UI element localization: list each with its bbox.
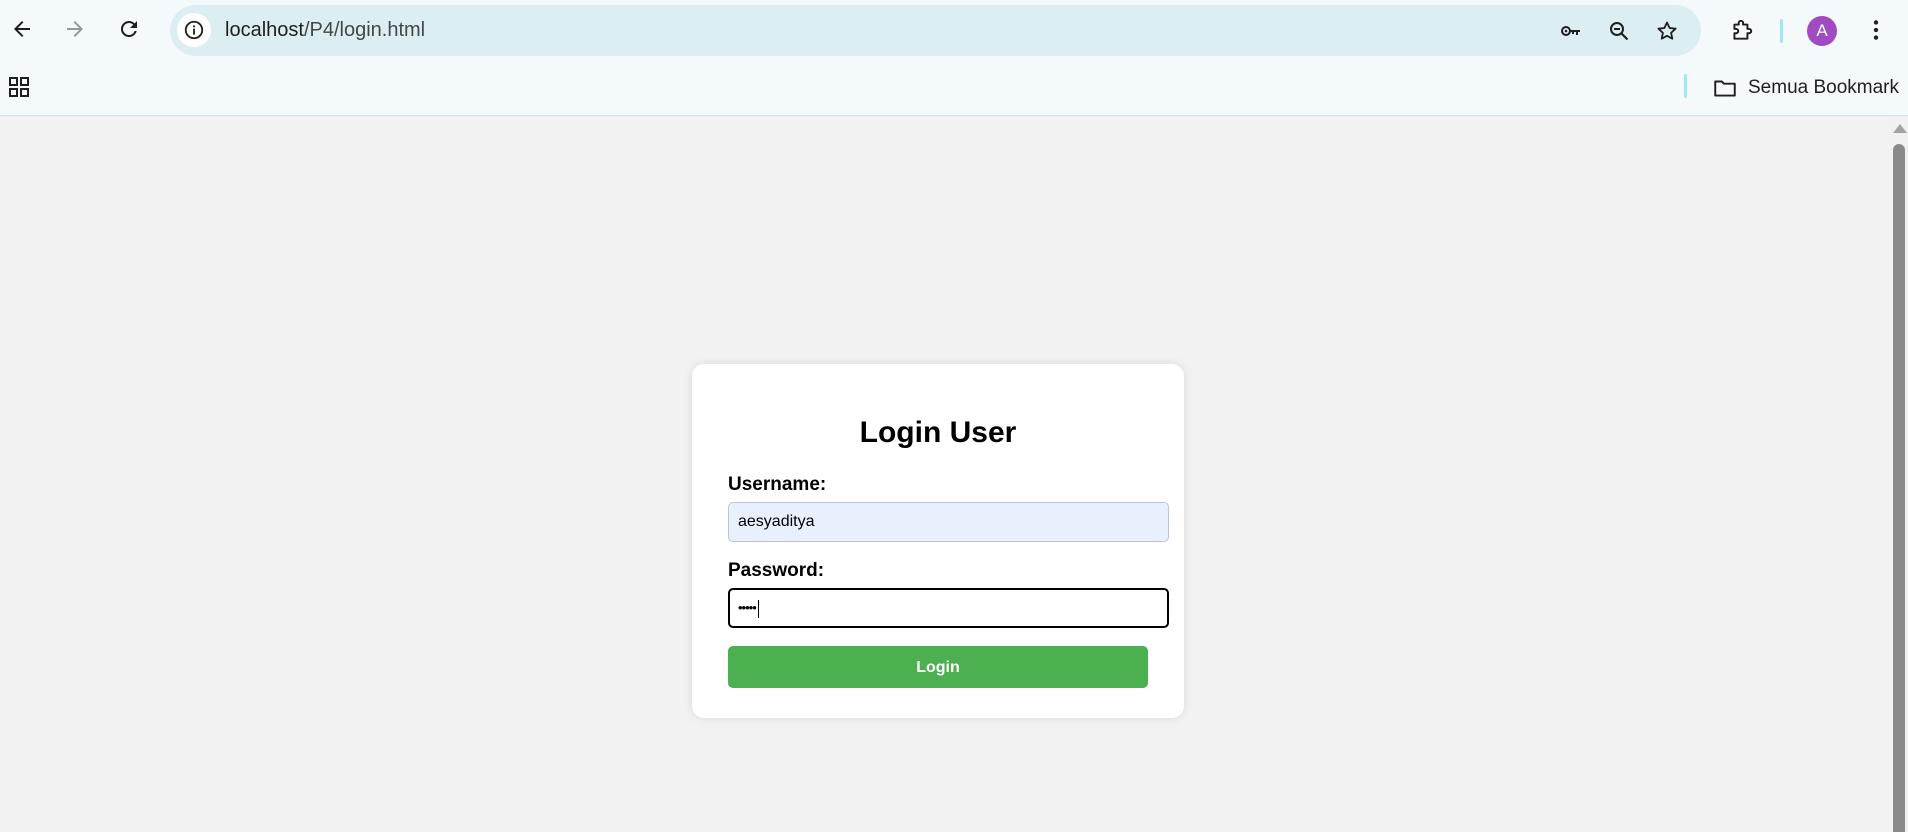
arrow-right-icon bbox=[67, 21, 83, 37]
login-title: Login User bbox=[859, 416, 1017, 449]
site-info-button[interactable] bbox=[177, 13, 211, 47]
address-url[interactable]: localhost/P4/login.html bbox=[225, 5, 425, 56]
text-caret bbox=[757, 599, 759, 618]
reload-button[interactable] bbox=[111, 11, 147, 47]
password-label: Password: bbox=[728, 560, 825, 581]
password-input[interactable]: ••••• bbox=[728, 588, 1169, 628]
login-card: Login User Username: aesyaditya Password… bbox=[692, 364, 1184, 718]
back-button[interactable] bbox=[4, 11, 40, 47]
username-input[interactable]: aesyaditya bbox=[728, 502, 1169, 542]
bookmark-star-button[interactable] bbox=[1652, 16, 1682, 46]
scroll-thumb[interactable] bbox=[1893, 144, 1905, 832]
apps-button[interactable] bbox=[6, 74, 32, 100]
browser-toolbar: localhost/P4/login.html A bbox=[0, 0, 1908, 62]
key-icon bbox=[1561, 26, 1580, 36]
bookmarks-divider bbox=[1684, 74, 1687, 98]
forward-button[interactable] bbox=[57, 11, 93, 47]
extensions-button[interactable] bbox=[1726, 14, 1758, 46]
password-value: ••••• bbox=[738, 600, 757, 615]
zoom-button[interactable] bbox=[1604, 16, 1634, 46]
url-path: /P4/login.html bbox=[303, 19, 426, 41]
username-label: Username: bbox=[728, 474, 827, 495]
bookmark-folder-label: Semua Bookmark bbox=[1748, 77, 1900, 98]
kebab-menu-icon bbox=[1873, 20, 1879, 40]
browser-window: localhost/P4/login.html A Semua Bookmark… bbox=[0, 0, 1908, 832]
url-host: localhost bbox=[225, 19, 304, 41]
address-bar[interactable]: localhost/P4/login.html bbox=[170, 5, 1701, 56]
username-value: aesyaditya bbox=[738, 513, 815, 530]
bookmarks-bar: Semua Bookmark bbox=[0, 62, 1908, 116]
apps-grid-icon bbox=[9, 77, 29, 97]
profile-avatar[interactable]: A bbox=[1807, 16, 1837, 46]
zoom-out-icon bbox=[1610, 22, 1629, 41]
star-icon bbox=[1657, 21, 1677, 40]
toolbar-divider bbox=[1780, 19, 1783, 43]
page-scrollbar[interactable] bbox=[1890, 116, 1908, 832]
browser-menu-button[interactable] bbox=[1860, 14, 1892, 46]
password-manager-button[interactable] bbox=[1556, 16, 1586, 46]
reload-icon bbox=[120, 20, 137, 37]
puzzle-icon bbox=[1733, 19, 1753, 40]
all-bookmarks-folder[interactable]: Semua Bookmark bbox=[1712, 72, 1899, 104]
page-viewport: Login User Username: aesyaditya Password… bbox=[0, 116, 1908, 832]
scroll-up-arrow-icon[interactable] bbox=[1893, 124, 1907, 133]
login-button[interactable]: Login bbox=[728, 646, 1148, 688]
arrow-left-icon bbox=[14, 21, 30, 37]
folder-icon bbox=[1714, 80, 1736, 97]
info-icon bbox=[184, 20, 204, 40]
